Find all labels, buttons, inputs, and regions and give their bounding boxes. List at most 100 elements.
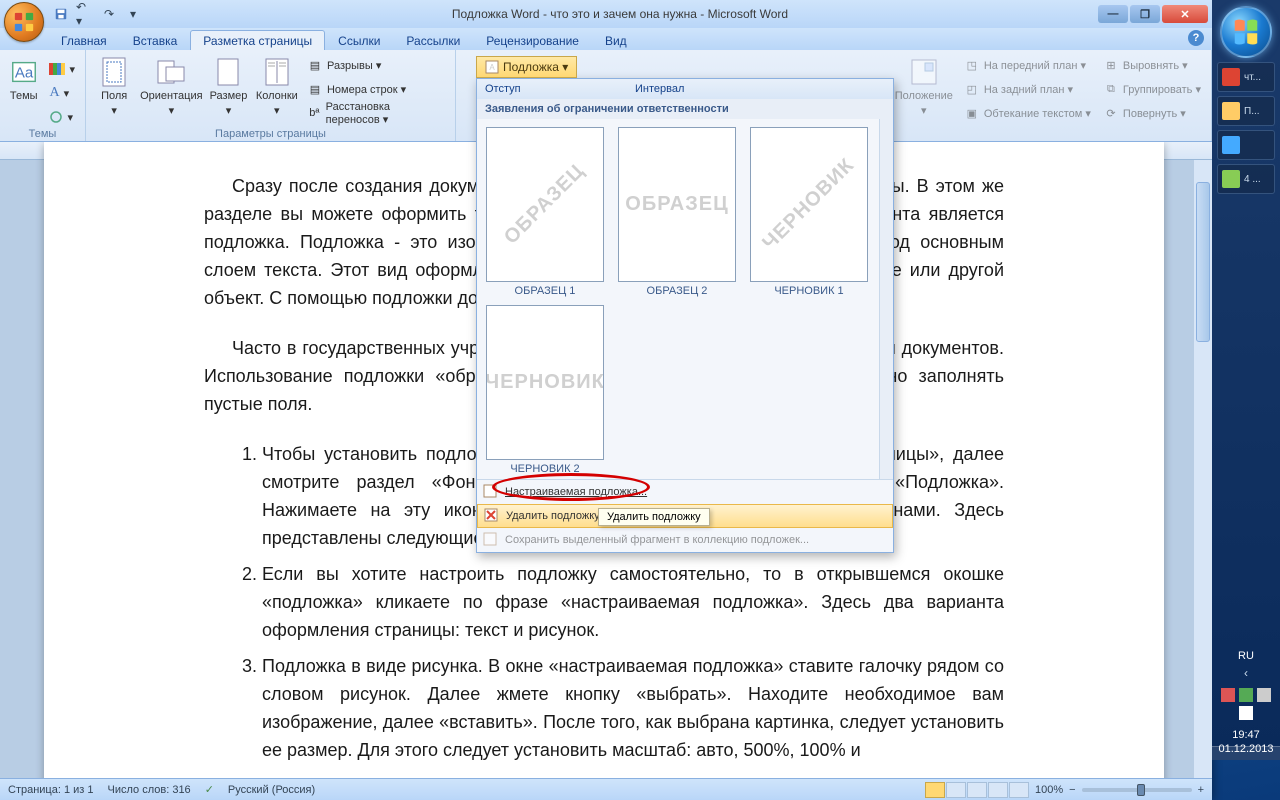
taskbar-item[interactable]: П... [1217,96,1275,126]
tab-home[interactable]: Главная [48,30,120,50]
group-icon: ⧉ [1103,81,1119,97]
view-full-screen[interactable] [946,782,966,798]
size-button[interactable]: Размер▾ [206,52,250,117]
columns-button[interactable]: Колонки▾ [255,52,299,117]
taskbar-item[interactable]: 4 ... [1217,164,1275,194]
undo-icon[interactable]: ↶ ▾ [76,5,94,23]
tab-references[interactable]: Ссылки [325,30,393,50]
start-button[interactable] [1220,6,1272,58]
view-print-layout[interactable] [925,782,945,798]
send-back-button: ◰На задний план ▾ [960,78,1095,100]
spell-check-icon[interactable]: ✓ [205,783,214,796]
zoom-slider[interactable] [1082,788,1192,792]
view-web[interactable] [967,782,987,798]
folder-icon [1222,102,1240,120]
titlebar: ↶ ▾ ↷ ▾ Подложка Word - что это и зачем … [0,0,1212,28]
theme-fonts-icon[interactable]: A▾ [45,82,79,104]
language-indicator[interactable]: RU [1234,650,1258,662]
status-bar: Страница: 1 из 1 Число слов: 316 ✓ Русск… [0,778,1212,800]
status-words[interactable]: Число слов: 316 [108,784,191,796]
margins-button[interactable]: Поля▾ [92,52,136,117]
margins-icon [98,56,130,88]
tray-icon[interactable] [1257,688,1271,702]
system-tray [1217,684,1275,724]
status-language[interactable]: Русский (Россия) [228,784,315,796]
minimize-button[interactable]: — [1098,5,1128,23]
zoom-out-button[interactable]: − [1069,784,1075,796]
watermark-dropdown: Отступ Интервал Заявления об ограничении… [476,78,894,553]
tab-page-layout[interactable]: Разметка страницы [190,30,325,50]
gallery-scrollbar[interactable] [879,119,893,479]
yandex-icon [1222,68,1240,86]
position-button: Положение▾ [892,52,956,117]
orientation-icon [155,56,187,88]
breaks-button[interactable]: ▤Разрывы ▾ [303,54,449,76]
watermark-icon: A [485,60,499,74]
volume-icon[interactable] [1239,706,1253,720]
svg-text:Aa: Aa [15,65,34,82]
tab-mailings[interactable]: Рассылки [393,30,473,50]
taskbar-item[interactable] [1217,130,1275,160]
watermark-item-sample-2[interactable]: ОБРАЗЕЦ ОБРАЗЕЦ 2 [615,127,739,297]
word-icon [1222,136,1240,154]
view-outline[interactable] [988,782,1008,798]
hyphenation-button[interactable]: bªРасстановка переносов ▾ [303,102,449,124]
align-icon: ⊞ [1103,57,1119,73]
watermark-item-draft-1[interactable]: ЧЕРНОВИК ЧЕРНОВИК 1 [747,127,871,297]
watermark-button[interactable]: A Подложка ▾ [476,56,577,78]
line-numbers-button[interactable]: ▤Номера строк ▾ [303,78,449,100]
close-button[interactable]: ✕ [1162,5,1208,23]
ribbon-tabs: Главная Вставка Разметка страницы Ссылки… [0,28,1212,50]
tray-icon[interactable] [1221,688,1235,702]
watermark-item-sample-1[interactable]: ОБРАЗЕЦ ОБРАЗЕЦ 1 [483,127,607,297]
tray-icon[interactable] [1239,688,1253,702]
scroll-thumb[interactable] [1196,182,1210,342]
tab-review[interactable]: Рецензирование [473,30,592,50]
view-draft[interactable] [1009,782,1029,798]
wrap-text-button: ▣Обтекание текстом ▾ [960,102,1095,124]
tab-view[interactable]: Вид [592,30,640,50]
position-icon [908,56,940,88]
save-watermark-item: Сохранить выделенный фрагмент в коллекци… [477,528,893,552]
watermark-category: Заявления об ограничении ответственности [477,99,893,119]
custom-watermark-icon [483,484,499,500]
watermark-item-draft-2[interactable]: ЧЕРНОВИК ЧЕРНОВИК 2 [483,305,607,475]
save-icon[interactable] [52,5,70,23]
remove-watermark-tooltip: Удалить подложку [598,508,710,526]
columns-icon [261,56,293,88]
rotate-icon: ⟳ [1103,105,1119,121]
tray-expand-icon[interactable]: ‹ [1239,666,1253,680]
custom-watermark-item[interactable]: Настраиваемая подложка... [477,480,893,504]
vertical-scrollbar[interactable] [1194,160,1212,778]
bring-front-icon: ◳ [964,57,980,73]
theme-colors-icon[interactable]: ▾ [45,58,79,80]
show-desktop-button[interactable] [1212,746,1280,760]
tab-insert[interactable]: Вставка [120,30,191,50]
zoom-in-button[interactable]: + [1198,784,1204,796]
qat-customize-icon[interactable]: ▾ [124,5,142,23]
svg-text:A: A [489,63,495,72]
bring-front-button: ◳На передний план ▾ [960,54,1095,76]
theme-effects-icon[interactable]: ▾ [45,106,79,128]
window-controls: — ❐ ✕ [1098,5,1208,23]
status-page[interactable]: Страница: 1 из 1 [8,784,94,796]
redo-icon[interactable]: ↷ [100,5,118,23]
help-icon[interactable]: ? [1188,30,1204,46]
group-button: ⧉Группировать ▾ [1099,78,1205,100]
indent-header: Отступ [477,83,627,95]
themes-icon: Aa [8,56,40,88]
taskbar-item[interactable]: чт... [1217,62,1275,92]
themes-button[interactable]: Aa Темы [6,52,41,102]
size-icon [212,56,244,88]
hyphenation-icon: bª [307,105,322,121]
zoom-level[interactable]: 100% [1035,784,1063,796]
watermark-header-row: Отступ Интервал [477,79,893,99]
zoom-thumb[interactable] [1137,784,1145,796]
send-back-icon: ◰ [964,81,980,97]
watermark-gallery: ОБРАЗЕЦ ОБРАЗЕЦ 1 ОБРАЗЕЦ ОБРАЗЕЦ 2 ЧЕРН… [477,119,893,479]
orientation-button[interactable]: Ориентация▾ [140,52,202,117]
office-button[interactable] [4,2,44,42]
line-numbers-icon: ▤ [307,81,323,97]
maximize-button[interactable]: ❐ [1130,5,1160,23]
remove-watermark-icon [484,508,500,524]
